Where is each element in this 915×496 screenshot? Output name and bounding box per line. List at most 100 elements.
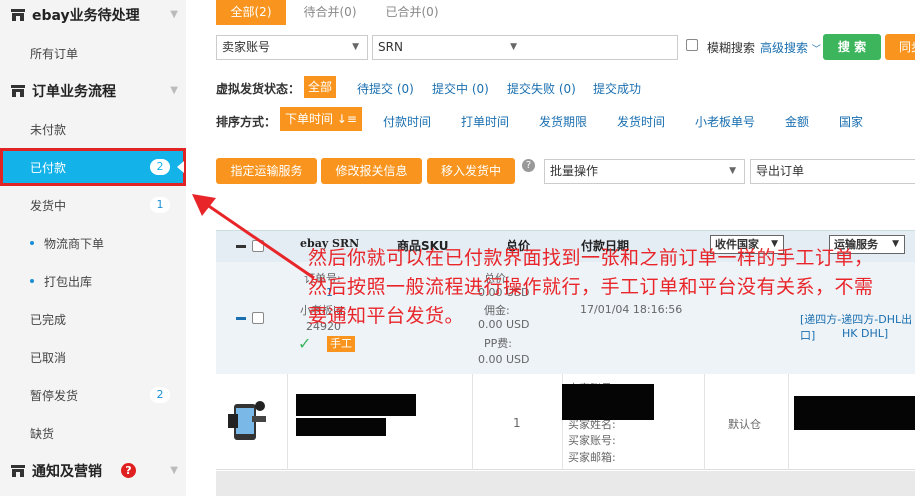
chevron-down-icon[interactable]: ▼ [170,9,178,20]
bulk-action-select[interactable]: 批量操作 ▼ [544,159,745,184]
sidebar-item-label: 已付款 [30,160,67,175]
sidebar-item-shipping[interactable]: 发货中 1 [0,186,186,224]
bullet-icon [30,241,34,245]
sort-print-time[interactable]: 打单时间 [461,113,509,130]
select-value: 卖家账号 [222,40,271,54]
tab-all[interactable]: 全部(2) [216,0,286,25]
sidebar-item-label: 所有订单 [30,46,79,61]
sidebar-item-label: 暂停发货 [30,388,79,403]
sort-desc-icon: ↓≡ [336,112,357,126]
sidebar-item-unpaid[interactable]: 未付款 [0,110,186,148]
table-row: 1 卖家账号: 买家姓名: 买家账号: 买家邮箱: 默认仓 [216,374,915,470]
tab-merged[interactable]: 已合并(0) [372,0,452,25]
store-icon [10,464,26,478]
active-pointer [177,161,184,173]
redacted-block [296,418,386,436]
warehouse: 默认仓 [728,418,761,431]
pp-fee-value: 0.00 USD [478,353,530,366]
sidebar-item-cancelled[interactable]: 已取消 [0,338,186,376]
section-label: 订单业务流程 [32,84,116,100]
sidebar-section-order-flow[interactable]: 订单业务流程 ▼ [0,72,186,110]
sidebar-item-paused[interactable]: 暂停发货 2 [0,376,186,414]
table-footer [216,471,915,496]
caret-down-icon: ▼ [892,239,899,249]
search-button[interactable]: 搜 索 [823,34,881,60]
column-divider [704,374,705,470]
sidebar-item-completed[interactable]: 已完成 [0,300,186,338]
store-icon [10,8,26,22]
section-label: 通知及营销 [32,464,102,480]
seller-account-select[interactable]: 卖家账号 ▼ [216,35,368,60]
sidebar-item-out-of-stock[interactable]: 缺货 [0,414,186,452]
column-divider [472,374,473,470]
sort-ship-time[interactable]: 发货时间 [617,113,665,130]
pp-fee-label: PP费: [484,337,512,350]
sort-country[interactable]: 国家 [839,113,863,130]
manual-tag: 手工 [327,336,355,352]
sort-ship-deadline[interactable]: 发货期限 [539,113,587,130]
caret-down-icon: ▼ [729,166,736,176]
sidebar-item-paid[interactable]: 已付款 2 [0,148,186,186]
caret-down-icon: ▼ [510,42,517,52]
sidebar-section-notice[interactable]: 通知及营销 ? ▼ [0,452,186,490]
column-divider [287,374,288,470]
search-field-select[interactable]: SRN ▼ [372,35,678,60]
advanced-search-label: 高级搜索 [760,41,809,55]
sidebar-item-all-orders[interactable]: 所有订单 [0,34,186,72]
select-value: 导出订单 [756,164,805,178]
check-icon: ✓ [298,334,312,353]
sidebar-item-label: 缺货 [30,426,55,441]
sort-amount[interactable]: 金额 [785,113,809,130]
fuzzy-search-label: 模糊搜索 [707,41,756,55]
filter-failed[interactable]: 提交失败 (0) [507,80,576,97]
sync-button[interactable]: 同步 [885,34,915,60]
export-select[interactable]: 导出订单 [750,159,915,184]
count-badge: 1 [150,197,170,213]
store-icon [10,84,26,98]
sidebar-item-packing[interactable]: 打包出库 [0,262,186,300]
chevron-down-icon[interactable]: ▼ [170,85,178,96]
filter-success[interactable]: 提交成功 [593,80,641,97]
sidebar-item-label: 物流商下单 [44,236,105,251]
select-value: SRN [378,40,403,54]
select-value: 批量操作 [550,164,599,178]
sidebar-item-label: 未付款 [30,122,67,137]
bullet-icon [30,279,34,283]
filter-all[interactable]: 全部 [304,76,337,98]
redacted-block [562,384,654,420]
filter-pending[interactable]: 待提交 (0) [357,80,414,97]
count-badge: 2 [150,387,170,403]
sort-order-time[interactable]: 下单时间 ↓≡ [280,107,362,131]
assign-shipping-button[interactable]: 指定运输服务 [216,158,317,184]
fuzzy-search-checkbox[interactable] [686,39,698,51]
help-badge-icon: ? [121,463,136,478]
sidebar-item-label: 已完成 [30,312,67,327]
filter-submitting[interactable]: 提交中 (0) [432,80,489,97]
move-to-shipping-button[interactable]: 移入发货中 [427,158,515,184]
tab-pending-merge[interactable]: 待合并(0) [290,0,370,25]
sort-active-label: 下单时间 [285,112,334,126]
annotation-arrow-icon [192,194,315,280]
sidebar-item-label: 发货中 [30,198,67,213]
edit-customs-button[interactable]: 修改报关信息 [321,158,422,184]
count-badge: 2 [150,159,170,175]
product-thumbnail[interactable] [226,400,268,442]
order-checkbox[interactable] [252,312,264,324]
annotation-text: 然后你就可以在已付款界面找到一张和之前订单一样的手工订单，然后按照一般流程进行操… [308,247,874,327]
sidebar-section-ebay[interactable]: ebay业务待处理 ▼ [0,0,186,34]
collapse-icon[interactable] [236,317,246,320]
sort-label: 排序方式： [216,115,277,129]
chevron-down-icon: ﹀ [811,45,821,55]
chevron-down-icon[interactable]: ▼ [170,465,178,476]
column-divider [788,374,789,470]
sidebar-item-logistics[interactable]: 物流商下单 [0,224,186,262]
caret-down-icon: ▼ [352,42,359,52]
advanced-search-link[interactable]: 高级搜索 ﹀ [760,39,821,56]
sort-xlb-id[interactable]: 小老板单号 [695,113,755,130]
sidebar-item-label: 打包出库 [44,274,93,289]
virtual-ship-label: 虚拟发货状态： [216,82,301,96]
help-icon[interactable]: ? [522,159,535,172]
sidebar: ebay业务待处理 ▼ 所有订单 订单业务流程 ▼ 未付款 已付款 2 发货中 … [0,0,186,496]
sort-pay-time[interactable]: 付款时间 [383,113,431,130]
redacted-block [794,396,915,430]
